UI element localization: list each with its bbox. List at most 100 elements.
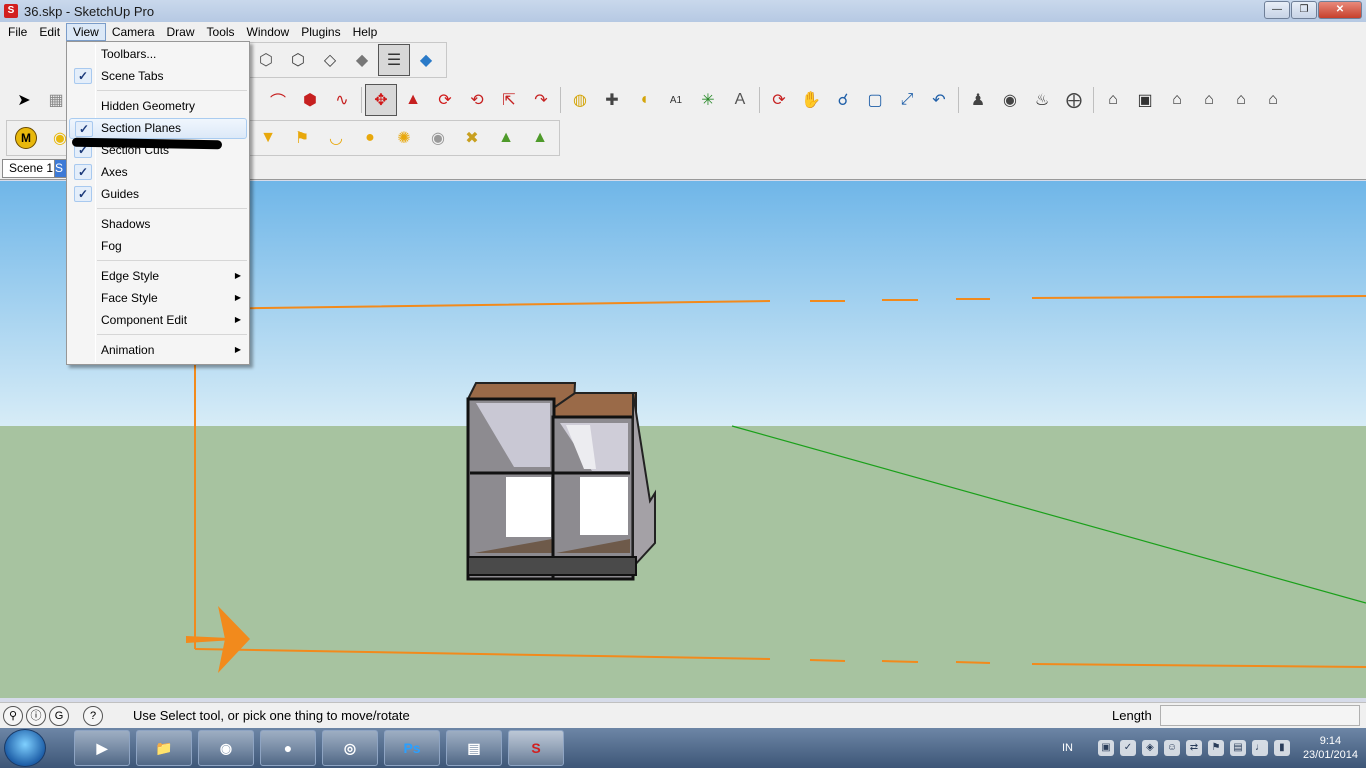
zoom-extents-icon[interactable]: ⤢ (891, 84, 923, 116)
menu-item-axes[interactable]: ✓ Axes (69, 162, 247, 183)
dimension-icon[interactable]: ✚ (596, 84, 628, 116)
wireframe-icon[interactable]: ⬡ (282, 44, 314, 76)
move-icon[interactable]: ✥ (365, 84, 397, 116)
control-panel-icon[interactable]: ▤ (446, 730, 502, 766)
sign-in-icon[interactable]: G (49, 705, 69, 726)
tape-measure-icon[interactable]: ◍ (564, 84, 596, 116)
tray-messenger-icon[interactable]: ☺ (1163, 740, 1180, 756)
monochrome-icon[interactable]: ◆ (410, 44, 442, 76)
stamp-icon[interactable]: ▼ (251, 123, 285, 153)
sphere-icon[interactable]: ● (353, 123, 387, 153)
tray-app-icon[interactable]: ▣ (1097, 740, 1114, 756)
tray-check-icon[interactable]: ✓ (1119, 740, 1136, 756)
menu-item-scene-tabs[interactable]: ✓ Scene Tabs (69, 66, 247, 87)
battery-icon[interactable]: ▮ (1273, 740, 1290, 756)
menu-item-section-planes[interactable]: ✓ Section Planes (69, 118, 247, 139)
menu-item-hidden-geometry[interactable]: Hidden Geometry (69, 96, 247, 117)
arc-icon[interactable]: ⌒ (262, 84, 294, 116)
file-explorer-icon[interactable]: 📁 (136, 730, 192, 766)
freehand-icon[interactable]: ∿ (326, 84, 358, 116)
top-view-icon[interactable]: ▣ (1129, 84, 1161, 116)
left-view-icon[interactable]: ⌂ (1257, 84, 1289, 116)
xray-icon[interactable]: ⬡ (250, 44, 282, 76)
section-plane-icon[interactable]: ⨁ (1058, 84, 1090, 116)
flag-icon[interactable]: ⚑ (285, 123, 319, 153)
scatter-icon[interactable]: ✖ (455, 123, 489, 153)
polygon-icon[interactable]: ⬢ (294, 84, 326, 116)
terrain-edit-icon[interactable]: ▲ (523, 123, 557, 153)
previous-view-icon[interactable]: ↶ (923, 84, 955, 116)
scene-tab-1[interactable]: Scene 1 (2, 159, 61, 178)
menu-draw[interactable]: Draw (161, 23, 201, 41)
shaded-textures-icon[interactable]: ☰ (378, 44, 410, 76)
menu-item-face-style[interactable]: Face Style ▶ (69, 288, 247, 309)
house-model[interactable] (466, 382, 656, 581)
menu-file[interactable]: File (2, 23, 33, 41)
push-pull-icon[interactable]: ▲ (397, 84, 429, 116)
iso-view-icon[interactable]: ⌂ (1097, 84, 1129, 116)
3d-text-icon[interactable]: A (724, 84, 756, 116)
sketchup-taskbar-icon[interactable]: S (508, 730, 564, 766)
m-plugin-icon[interactable]: M (9, 123, 43, 153)
light-icon[interactable]: ✺ (387, 123, 421, 153)
protractor-icon[interactable]: ◖ (628, 84, 660, 116)
look-around-icon[interactable]: ◉ (994, 84, 1026, 116)
zoom-window-icon[interactable]: ▢ (859, 84, 891, 116)
front-view-icon[interactable]: ⌂ (1161, 84, 1193, 116)
dome-icon[interactable]: ◡ (319, 123, 353, 153)
menu-item-toolbars[interactable]: Toolbars... (69, 44, 247, 65)
help-icon[interactable]: ? (83, 705, 103, 726)
rotate-icon[interactable]: ⟳ (429, 84, 461, 116)
sketchup-app-icon[interactable]: S (4, 4, 18, 18)
start-button[interactable] (4, 729, 46, 767)
maximize-button[interactable]: ❐ (1291, 1, 1317, 19)
tray-sync-icon[interactable]: ⇄ (1185, 740, 1202, 756)
axes-icon[interactable]: ✳ (692, 84, 724, 116)
menu-plugins[interactable]: Plugins (295, 23, 346, 41)
measurements-input[interactable] (1160, 705, 1360, 726)
photoshop-icon[interactable]: Ps (384, 730, 440, 766)
firefox-icon[interactable]: ◉ (198, 730, 254, 766)
close-button[interactable]: ✕ (1318, 1, 1362, 19)
right-view-icon[interactable]: ⌂ (1193, 84, 1225, 116)
tray-network-app-icon[interactable]: ◈ (1141, 740, 1158, 756)
menu-camera[interactable]: Camera (106, 23, 161, 41)
scale-icon[interactable]: ⇱ (493, 84, 525, 116)
clock[interactable]: 9:14 23/01/2014 (1303, 734, 1358, 762)
menu-item-fog[interactable]: Fog (69, 236, 247, 257)
position-camera-icon[interactable]: ♟ (962, 84, 994, 116)
geo-location-icon[interactable]: ⚲ (3, 705, 23, 726)
menu-window[interactable]: Window (241, 23, 296, 41)
shaded-icon[interactable]: ◆ (346, 44, 378, 76)
text-icon[interactable]: A1 (660, 84, 692, 116)
chrome-icon[interactable]: ◎ (322, 730, 378, 766)
media-player-icon[interactable]: ▶ (74, 730, 130, 766)
volume-icon[interactable]: ♩ (1251, 740, 1268, 756)
minimize-button[interactable]: — (1264, 1, 1290, 19)
menu-item-guides[interactable]: ✓ Guides (69, 184, 247, 205)
language-indicator[interactable]: IN (1062, 742, 1073, 754)
menu-item-component-edit[interactable]: Component Edit ▶ (69, 310, 247, 331)
hidden-line-icon[interactable]: ◇ (314, 44, 346, 76)
menu-help[interactable]: Help (347, 23, 384, 41)
walk-icon[interactable]: ♨ (1026, 84, 1058, 116)
terrain-icon[interactable]: ▲ (489, 123, 523, 153)
messenger-icon[interactable]: ● (260, 730, 316, 766)
pan-icon[interactable]: ✋ (795, 84, 827, 116)
select-arrow-icon[interactable]: ➤ (8, 84, 40, 116)
credits-icon[interactable]: ⓘ (26, 705, 46, 726)
menu-item-shadows[interactable]: Shadows (69, 214, 247, 235)
network-icon[interactable]: ▤ (1229, 740, 1246, 756)
menu-tools[interactable]: Tools (201, 23, 241, 41)
zoom-icon[interactable]: ☌ (827, 84, 859, 116)
back-view-icon[interactable]: ⌂ (1225, 84, 1257, 116)
menu-item-animation[interactable]: Animation ▶ (69, 340, 247, 361)
follow-me-icon[interactable]: ⟲ (461, 84, 493, 116)
orbit-icon[interactable]: ⟳ (763, 84, 795, 116)
menu-view[interactable]: View (66, 23, 106, 41)
globe-icon[interactable]: ◉ (421, 123, 455, 153)
menu-edit[interactable]: Edit (33, 23, 66, 41)
menu-item-edge-style[interactable]: Edge Style ▶ (69, 266, 247, 287)
action-center-flag-icon[interactable]: ⚑ (1207, 740, 1224, 756)
offset-icon[interactable]: ↷ (525, 84, 557, 116)
